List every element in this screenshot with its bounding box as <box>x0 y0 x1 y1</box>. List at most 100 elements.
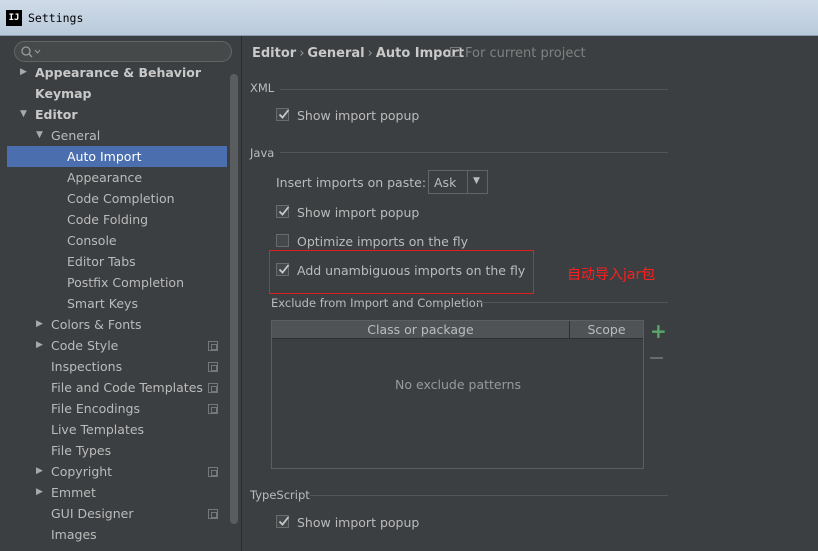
tree-item-label: Live Templates <box>51 422 145 437</box>
tree-item-label: Auto Import <box>67 149 142 164</box>
project-scope-icon <box>208 467 218 477</box>
app-logo: IJ <box>6 10 22 26</box>
tree-item-live-templates[interactable]: Live Templates <box>7 419 227 440</box>
tree-item-copyright[interactable]: ▶ Copyright <box>7 461 227 482</box>
remove-icon[interactable] <box>650 357 663 359</box>
tree-item-label: Images <box>51 527 97 542</box>
tree-item-label: Emmet <box>51 485 96 500</box>
breadcrumb-general: General <box>307 46 365 61</box>
tree-item-label: General <box>51 128 101 143</box>
tree-item-file-types[interactable]: File Types <box>7 440 227 461</box>
tree-item-code-completion[interactable]: Code Completion <box>7 188 227 209</box>
tree-item-label: File Encodings <box>51 401 141 416</box>
section-divider <box>477 302 668 303</box>
tree-item-emmet[interactable]: ▶ Emmet <box>7 482 227 503</box>
tree-item-label: Postfix Completion <box>67 275 184 290</box>
tree-item-images[interactable]: Images <box>7 524 227 545</box>
tree-item-appearance[interactable]: Appearance <box>7 167 227 188</box>
tree-item-console[interactable]: Console <box>7 230 227 251</box>
scope-note-text: For current project <box>465 46 586 61</box>
section-typescript-title: TypeScript <box>250 488 310 502</box>
tree-item-label: Colors & Fonts <box>51 317 142 332</box>
chevron-down-icon[interactable]: ▼ <box>20 104 30 125</box>
checkbox[interactable] <box>276 234 289 247</box>
scope-note: For current project <box>450 46 586 61</box>
project-icon <box>450 47 460 57</box>
tree-item-label: Code Style <box>51 338 119 353</box>
project-scope-icon <box>208 404 218 414</box>
section-divider <box>280 152 668 153</box>
chevron-right-icon[interactable]: ▶ <box>20 62 30 83</box>
checkbox-label: Show import popup <box>297 108 420 123</box>
tree-item-label: File and Code Templates <box>51 380 203 395</box>
checkbox-label: Show import popup <box>297 205 420 220</box>
chevron-right-icon[interactable]: ▶ <box>36 335 46 356</box>
breadcrumb-separator: › <box>299 46 305 61</box>
chevron-down-icon: ▼ <box>473 176 480 186</box>
tree-item-label: Copyright <box>51 464 113 479</box>
tree-item-postfix-completion[interactable]: Postfix Completion <box>7 272 227 293</box>
tree-item-file-and-code-templates[interactable]: File and Code Templates <box>7 377 227 398</box>
chevron-right-icon[interactable]: ▶ <box>36 461 46 482</box>
checkbox[interactable] <box>276 205 290 218</box>
tree-item-label: Editor <box>35 107 78 122</box>
chevron-down-icon[interactable]: ▼ <box>36 125 46 146</box>
checkbox-label: Optimize imports on the fly <box>297 234 469 249</box>
tree-item-editor[interactable]: ▼ Editor <box>7 104 227 125</box>
section-divider <box>280 89 668 90</box>
tree-item-label: Console <box>67 233 117 248</box>
tree-item-label: Smart Keys <box>67 296 138 311</box>
chevron-right-icon[interactable]: ▶ <box>36 314 46 335</box>
tree-item-label: GUI Designer <box>51 506 134 521</box>
tree-item-label: Appearance <box>67 170 143 185</box>
tree-item-label: Code Folding <box>67 212 149 227</box>
tree-item-editor-tabs[interactable]: Editor Tabs <box>7 251 227 272</box>
tree-item-colors-fonts[interactable]: ▶ Colors & Fonts <box>7 314 227 335</box>
search-input[interactable] <box>14 41 232 62</box>
tree-item-smart-keys[interactable]: Smart Keys <box>7 293 227 314</box>
tree-item-file-encodings[interactable]: File Encodings <box>7 398 227 419</box>
tree-item-auto-import[interactable]: Auto Import <box>7 146 227 167</box>
tree-item-gui-designer[interactable]: GUI Designer <box>7 503 227 524</box>
select-value: Ask <box>434 175 457 190</box>
checkbox[interactable] <box>276 515 290 528</box>
exclude-table[interactable]: Class or package Scope No exclude patter… <box>271 320 644 469</box>
annotation-text: 自动导入jar包 <box>567 267 656 283</box>
check-icon <box>278 109 290 119</box>
breadcrumb-separator: › <box>367 46 373 61</box>
breadcrumb-editor: Editor <box>252 46 297 61</box>
settings-sidebar: ▶ Appearance & Behavior Keymap ▼ Editor ▼ Gene… <box>0 36 242 551</box>
annotation-highlight-box <box>269 250 534 294</box>
tree-item-general[interactable]: ▼ General <box>7 125 227 146</box>
tree-item-code-folding[interactable]: Code Folding <box>7 209 227 230</box>
column-class-or-package[interactable]: Class or package <box>272 321 569 338</box>
project-scope-icon <box>208 509 218 519</box>
section-xml-title: XML <box>250 81 275 95</box>
tree-item-label: Keymap <box>35 86 92 101</box>
tree-item-label: File Types <box>51 443 112 458</box>
tree-item-label: Appearance & Behavior <box>35 65 201 80</box>
checkbox[interactable] <box>276 108 290 121</box>
check-icon <box>278 206 290 216</box>
window-title: Settings <box>28 11 84 25</box>
project-scope-icon <box>208 341 218 351</box>
insert-imports-on-paste-select[interactable]: Ask ▼ <box>428 170 488 194</box>
table-header: Class or package Scope <box>272 321 643 339</box>
tree-item-inspections[interactable]: Inspections <box>7 356 227 377</box>
tree-item-label: Inspections <box>51 359 123 374</box>
select-divider <box>467 171 468 193</box>
column-scope[interactable]: Scope <box>570 321 643 338</box>
tree-item-code-style[interactable]: ▶ Code Style <box>7 335 227 356</box>
check-icon <box>278 516 290 526</box>
tree-item-label: Code Completion <box>67 191 175 206</box>
tree-item-label: Editor Tabs <box>67 254 136 269</box>
add-icon[interactable]: + <box>650 321 667 341</box>
tree-item-keymap[interactable]: Keymap <box>7 83 227 104</box>
tree-item-appearance-behavior[interactable]: ▶ Appearance & Behavior <box>7 62 227 83</box>
title-bar: IJ Settings <box>0 0 818 36</box>
insert-imports-on-paste-label: Insert imports on paste: <box>276 175 427 190</box>
chevron-right-icon[interactable]: ▶ <box>36 482 46 503</box>
project-scope-icon <box>208 383 218 393</box>
sidebar-scrollbar-thumb[interactable] <box>230 74 238 524</box>
project-scope-icon <box>208 362 218 372</box>
